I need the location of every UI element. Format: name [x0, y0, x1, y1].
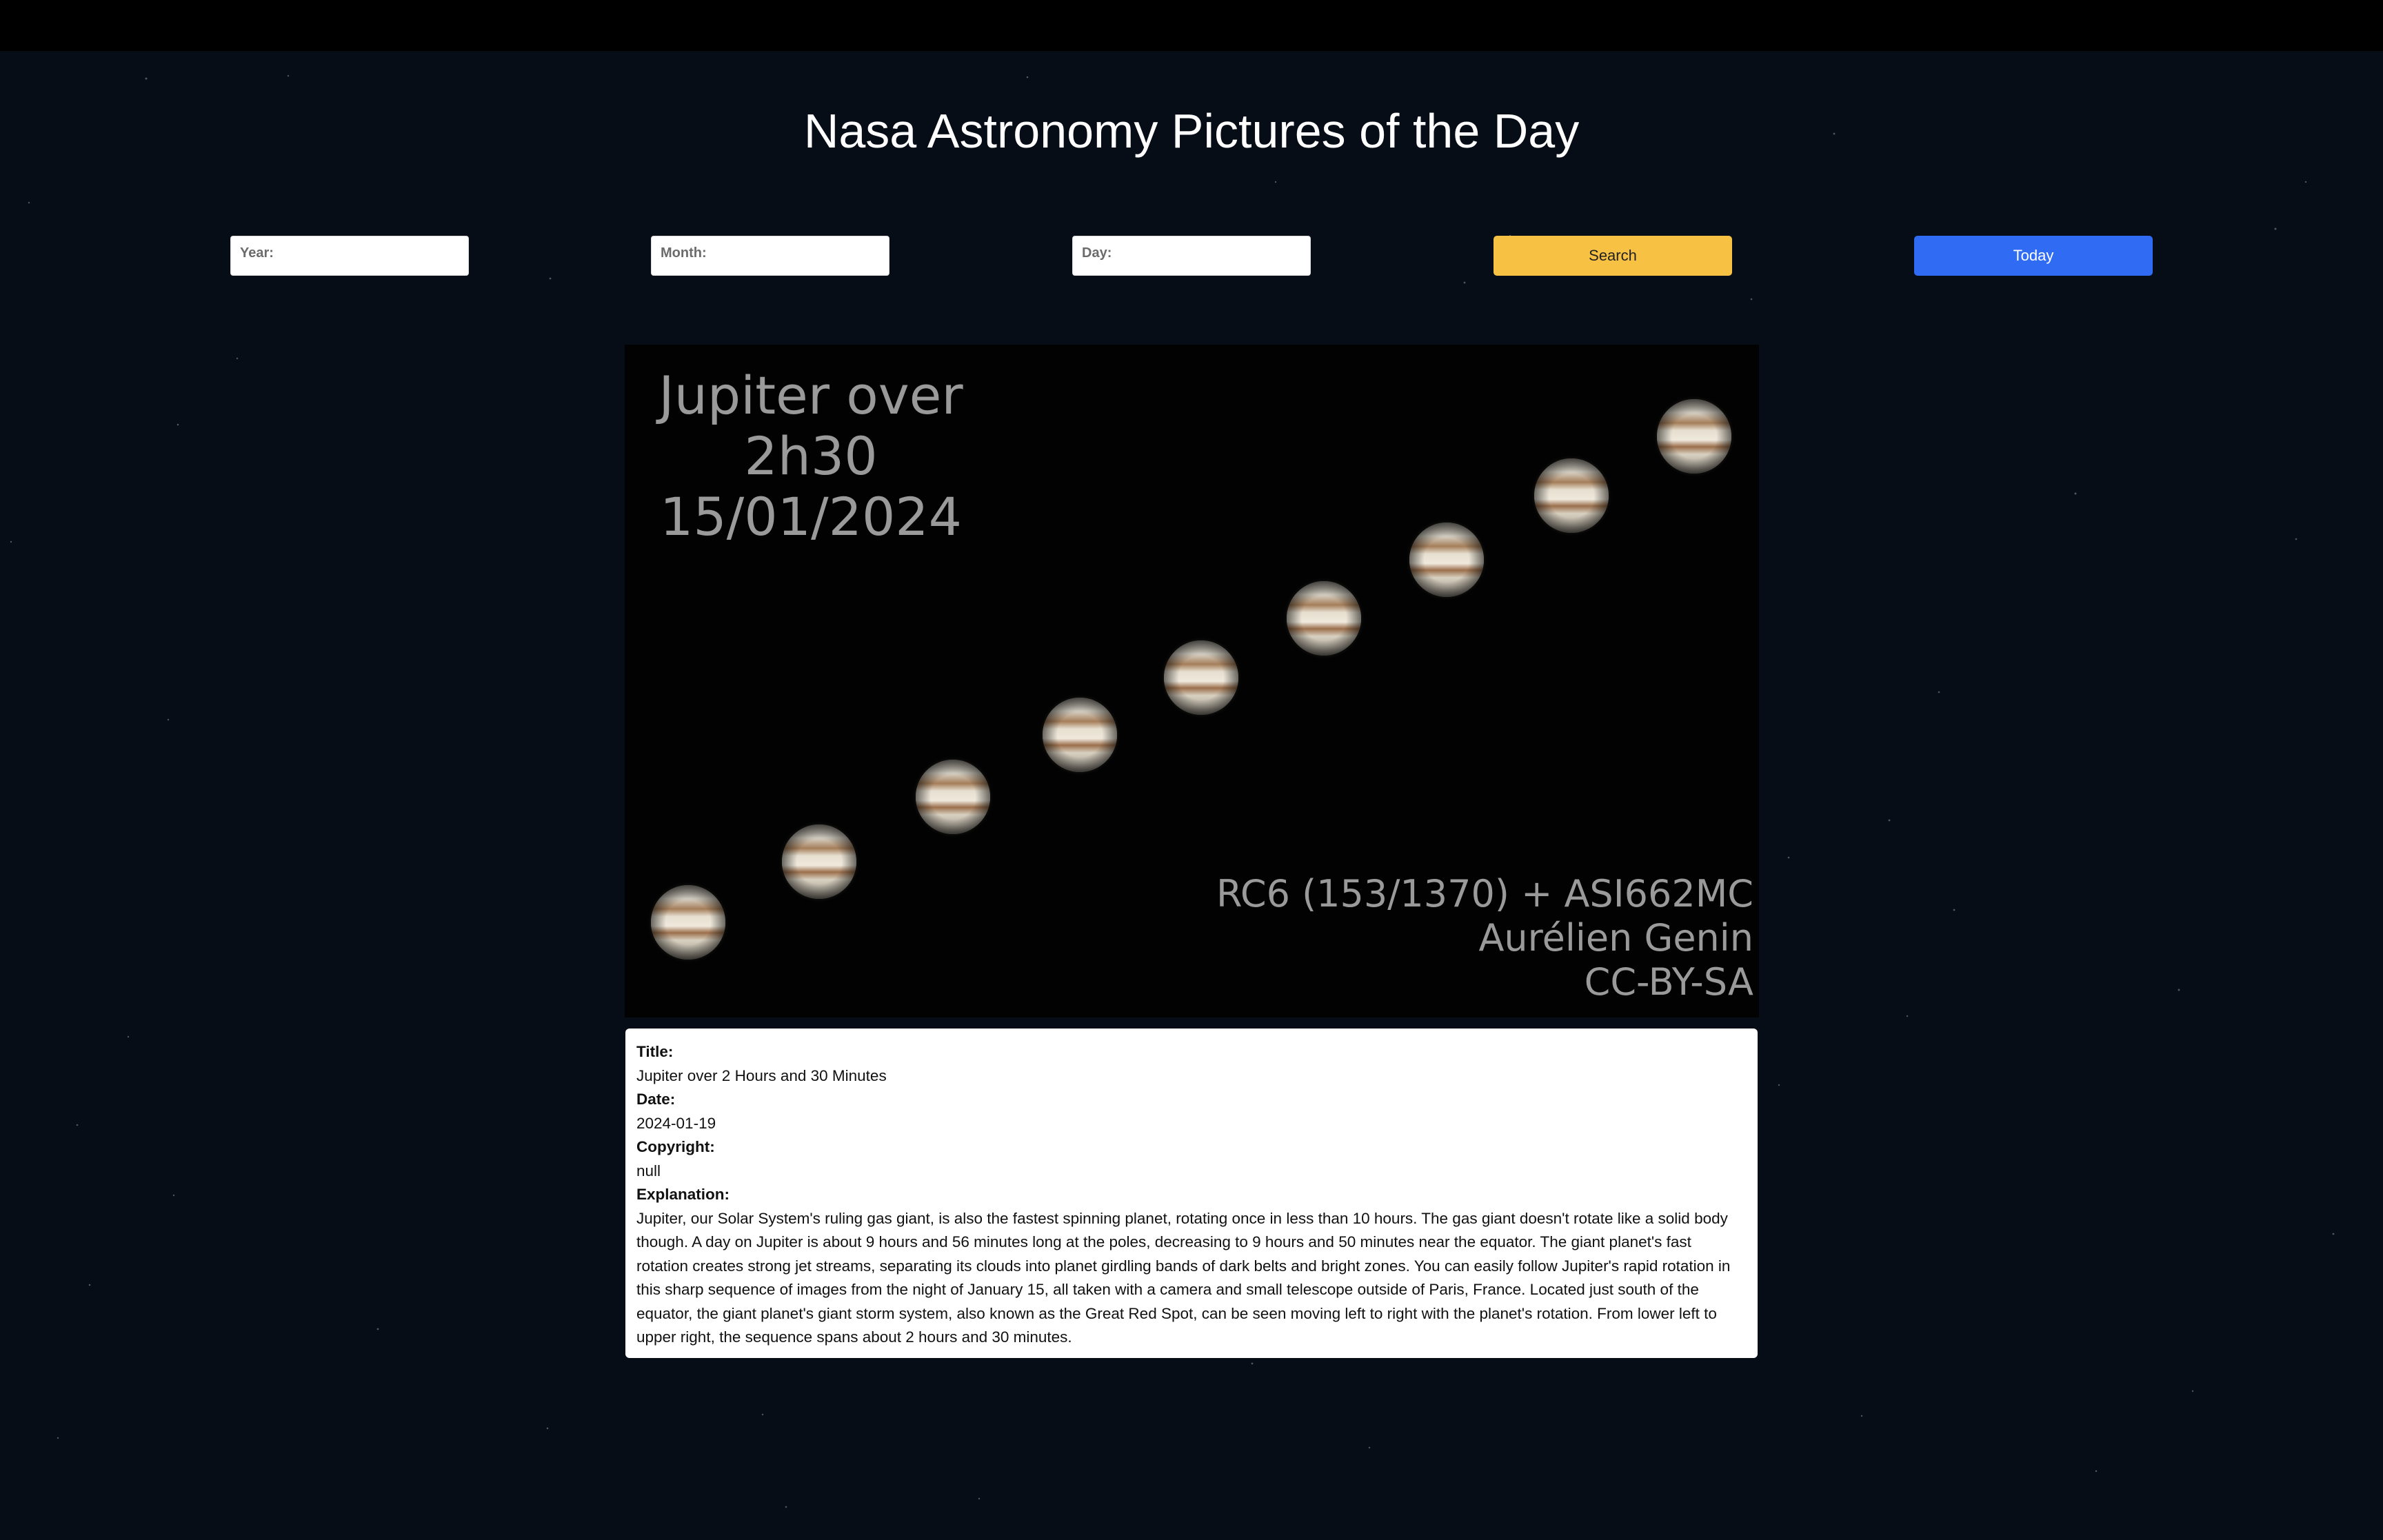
date-value: 2024-01-19: [636, 1114, 716, 1132]
date-label: Date:: [636, 1091, 676, 1108]
title-label: Title:: [636, 1043, 674, 1060]
top-bar: [0, 0, 2383, 51]
month-field[interactable]: Month:: [651, 236, 889, 276]
day-field[interactable]: Day:: [1072, 236, 1311, 276]
jupiter-frame-5: [1160, 636, 1243, 719]
copyright-label: Copyright:: [636, 1138, 715, 1155]
jupiter-frame-2: [778, 820, 861, 903]
day-input[interactable]: [1073, 236, 1310, 275]
today-button[interactable]: Today: [1914, 236, 2153, 276]
apod-details-card: Title: Jupiter over 2 Hours and 30 Minut…: [625, 1029, 1758, 1358]
jupiter-frame-7: [1405, 518, 1488, 601]
image-overlay-credits: RC6 (153/1370) + ASI662MC Aurélien Genin…: [1216, 872, 1753, 1004]
jupiter-frame-3: [912, 756, 994, 838]
credit-license: CC-BY-SA: [1584, 960, 1753, 1004]
credit-author: Aurélien Genin: [1478, 916, 1753, 960]
explanation-text: Jupiter, our Solar System's ruling gas g…: [636, 1209, 1731, 1346]
credit-equipment: RC6 (153/1370) + ASI662MC: [1216, 872, 1753, 915]
year-field[interactable]: Year:: [230, 236, 469, 276]
overlay-date-line: 15/01/2024: [659, 486, 963, 547]
apod-image: Jupiter over 2h30 15/01/2024 RC6 (153/13…: [625, 345, 1759, 1017]
explanation-label: Explanation:: [636, 1186, 730, 1203]
page-title: Nasa Astronomy Pictures of the Day: [803, 104, 1580, 158]
jupiter-frame-1: [647, 881, 730, 964]
jupiter-frame-4: [1038, 693, 1121, 776]
search-button[interactable]: Search: [1494, 236, 1732, 276]
jupiter-frame-9: [1653, 395, 1736, 478]
overlay-title-line-1: Jupiter over 2h30: [658, 365, 963, 487]
jupiter-frame-6: [1283, 577, 1365, 660]
image-overlay-title: Jupiter over 2h30 15/01/2024: [625, 365, 997, 547]
copyright-value: null: [636, 1162, 661, 1179]
jupiter-frame-8: [1530, 454, 1613, 537]
year-input[interactable]: [231, 236, 468, 275]
title-value: Jupiter over 2 Hours and 30 Minutes: [636, 1066, 887, 1084]
month-input[interactable]: [652, 236, 889, 275]
